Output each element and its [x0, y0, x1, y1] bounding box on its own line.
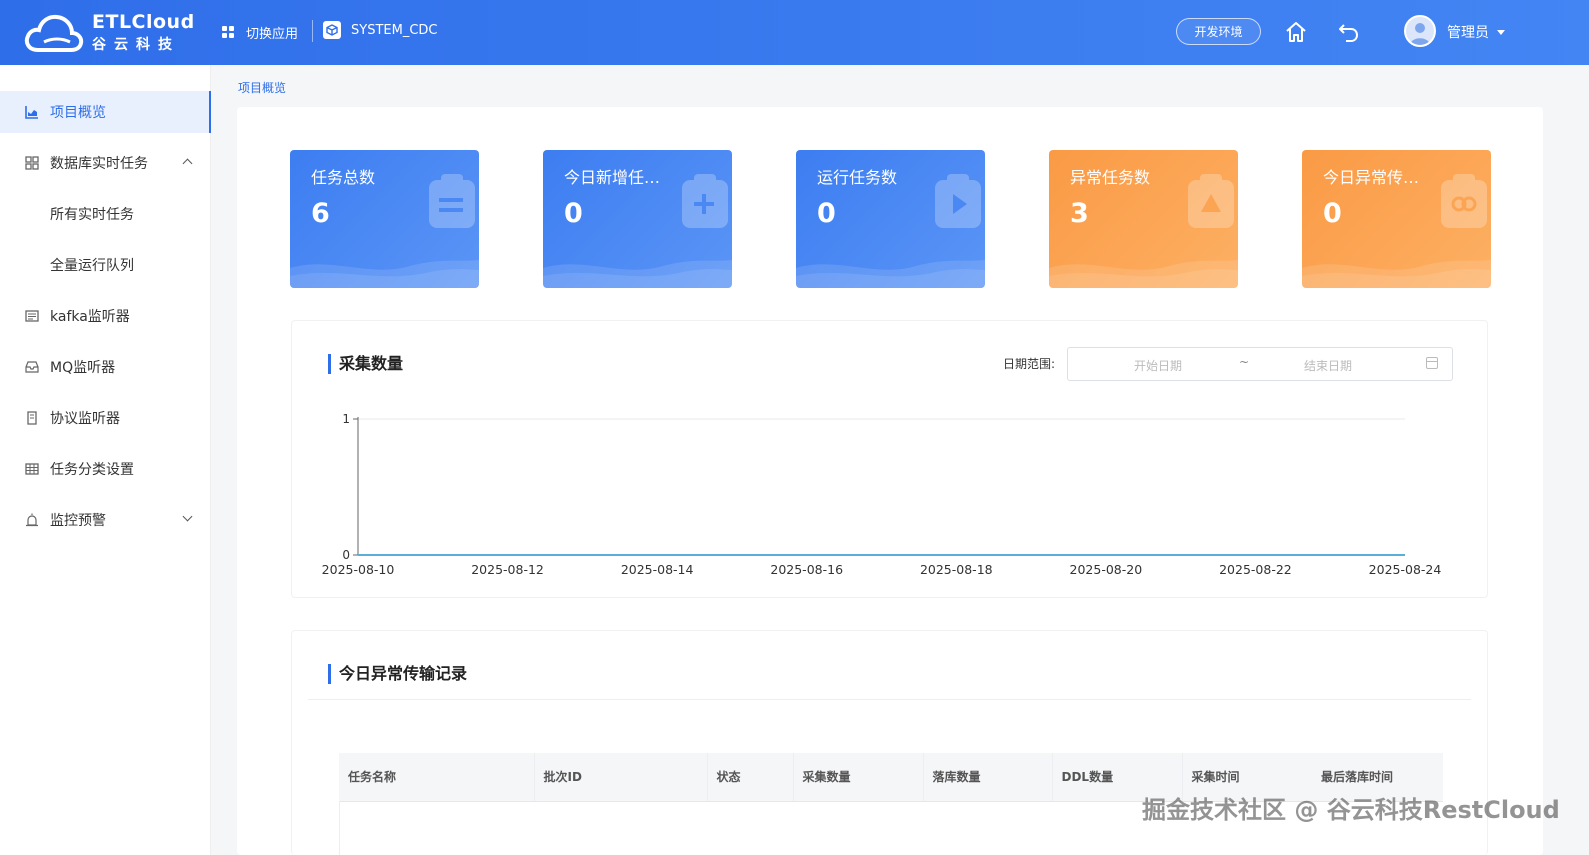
apps-grid-icon: [222, 26, 234, 38]
wave-decoration: [1049, 260, 1238, 288]
x-tick-label: 2025-08-18: [920, 562, 993, 577]
inbox-icon: [24, 359, 40, 375]
cube-icon: [323, 21, 341, 39]
table-body-border: [339, 801, 340, 855]
home-icon[interactable]: [1284, 20, 1308, 44]
chevron-down-icon: [182, 511, 193, 522]
wave-decoration: [796, 260, 985, 288]
switch-app-button[interactable]: 切换应用: [222, 22, 298, 42]
sidebar-item-label: MQ监听器: [50, 360, 116, 376]
stat-label: 异常任务数: [1070, 168, 1151, 187]
switch-app-label: 切换应用: [246, 26, 299, 42]
collect-section: 采集数量 日期范围: 开始日期 ~ 结束日期 0 1 2025-08-10 2025-…: [291, 320, 1488, 598]
wave-decoration: [290, 260, 479, 288]
section-title: 今日异常传输记录: [328, 664, 467, 684]
chart-icon: [24, 104, 40, 120]
grid-icon: [24, 155, 40, 171]
clipboard-list-icon: [429, 174, 475, 228]
section-divider: [308, 699, 1471, 700]
sidebar-item-label: kafka监听器: [50, 309, 130, 325]
undo-icon[interactable]: [1336, 20, 1360, 44]
column-header[interactable]: 采集数量: [793, 753, 924, 802]
user-menu[interactable]: 管理员: [1447, 22, 1505, 42]
cloud-logo-icon: [24, 14, 84, 52]
avatar[interactable]: [1404, 15, 1436, 47]
stat-value: 0: [564, 198, 583, 229]
x-tick-label: 2025-08-24: [1369, 562, 1442, 577]
stat-card-total-tasks[interactable]: 任务总数 6: [290, 150, 479, 288]
clipboard-warning-icon: [1188, 174, 1234, 228]
x-tick-label: 2025-08-14: [621, 562, 694, 577]
wave-decoration: [1302, 260, 1491, 288]
x-tick-label: 2025-08-10: [322, 562, 395, 577]
sidebar-item-label: 监控预警: [50, 513, 106, 529]
stat-value: 0: [817, 198, 836, 229]
sidebar: 项目概览 数据库实时任务 所有实时任务 全量运行队列 kafka监听器 MQ监听…: [0, 65, 211, 855]
brand-subtitle: 谷云科技: [92, 37, 180, 53]
sidebar-item-label: 项目概览: [50, 105, 106, 121]
system-name: SYSTEM_CDC: [351, 22, 438, 38]
collect-line-chart: 0 1 2025-08-10 2025-08-12 2025-08-14 2025-08-…: [322, 412, 1442, 577]
stat-label: 任务总数: [311, 168, 376, 187]
y-tick-label: 0: [342, 548, 350, 562]
logo[interactable]: ETLCloud 谷云科技: [24, 10, 194, 56]
column-header[interactable]: 落库数量: [923, 753, 1053, 802]
column-header[interactable]: 批次ID: [534, 753, 708, 802]
stat-card-error-tasks[interactable]: 异常任务数 3: [1049, 150, 1238, 288]
stat-label: 今日异常传…: [1323, 168, 1420, 187]
list-icon: [24, 308, 40, 324]
sidebar-item-label: 数据库实时任务: [50, 156, 148, 172]
column-header[interactable]: 任务名称: [339, 753, 535, 802]
watermark: 掘金技术社区 @ 谷云科技RestCloud: [1142, 796, 1560, 824]
stat-value: 3: [1070, 198, 1089, 229]
sidebar-item-protocol[interactable]: 协议监听器: [0, 397, 211, 439]
sidebar-item-label: 所有实时任务: [50, 207, 134, 223]
clipboard-play-icon: [935, 174, 981, 228]
sidebar-item-db-realtime[interactable]: 数据库实时任务: [0, 142, 211, 184]
wave-decoration: [543, 260, 732, 288]
table-icon: [24, 461, 40, 477]
x-tick-label: 2025-08-22: [1219, 562, 1292, 577]
clipboard-add-icon: [682, 174, 728, 228]
user-name: 管理员: [1447, 25, 1489, 41]
sidebar-item-kafka[interactable]: kafka监听器: [0, 295, 211, 337]
current-system[interactable]: SYSTEM_CDC: [323, 21, 437, 39]
brand-name: ETLCloud: [92, 11, 195, 33]
header-divider: [312, 20, 313, 42]
sidebar-item-monitor[interactable]: 监控预警: [0, 499, 211, 541]
clipboard-link-icon: [1441, 174, 1487, 228]
document-icon: [24, 410, 40, 426]
sidebar-item-label: 任务分类设置: [50, 462, 134, 478]
environment-button[interactable]: 开发环境: [1176, 18, 1261, 45]
y-tick-label: 1: [342, 412, 350, 426]
stat-card-today-new[interactable]: 今日新增任… 0: [543, 150, 732, 288]
sidebar-item-all-realtime[interactable]: 所有实时任务: [0, 193, 211, 235]
sidebar-item-label: 全量运行队列: [50, 258, 134, 274]
stat-value: 0: [1323, 198, 1342, 229]
sidebar-item-full-queue[interactable]: 全量运行队列: [0, 244, 211, 286]
x-tick-label: 2025-08-16: [770, 562, 843, 577]
chevron-up-icon: [182, 158, 193, 169]
alarm-icon: [24, 512, 40, 528]
breadcrumb[interactable]: 项目概览: [238, 79, 286, 96]
stat-label: 运行任务数: [817, 168, 898, 187]
sidebar-item-overview[interactable]: 项目概览: [0, 91, 211, 133]
stat-label: 今日新增任…: [564, 168, 661, 187]
sidebar-item-label: 协议监听器: [50, 411, 120, 427]
caret-down-icon: [1497, 29, 1505, 35]
stat-card-running-tasks[interactable]: 运行任务数 0: [796, 150, 985, 288]
stat-value: 6: [311, 198, 330, 229]
x-tick-label: 2025-08-20: [1070, 562, 1143, 577]
top-header: ETLCloud 谷云科技 切换应用 SYSTEM_CDC 开发环境 管理员: [0, 0, 1589, 65]
column-header[interactable]: 状态: [707, 753, 794, 802]
stat-card-today-error-transfer[interactable]: 今日异常传… 0: [1302, 150, 1491, 288]
sidebar-item-category[interactable]: 任务分类设置: [0, 448, 211, 490]
x-tick-label: 2025-08-12: [471, 562, 544, 577]
sidebar-item-mq[interactable]: MQ监听器: [0, 346, 211, 388]
